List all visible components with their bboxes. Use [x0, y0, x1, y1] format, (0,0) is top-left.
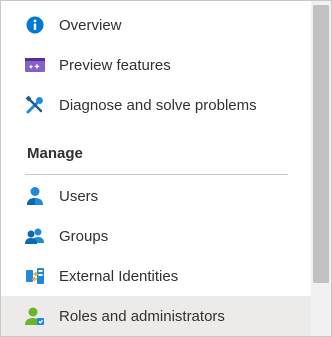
menu-item-users[interactable]: Users — [1, 176, 311, 216]
info-icon — [25, 15, 45, 35]
menu-item-label: Diagnose and solve problems — [59, 96, 257, 114]
menu-item-label: Preview features — [59, 56, 171, 74]
groups-icon — [25, 226, 45, 246]
menu-item-groups[interactable]: Groups — [1, 216, 311, 256]
menu-item-label: External Identities — [59, 267, 179, 285]
menu-item-label: Groups — [59, 227, 109, 245]
menu-item-diagnose[interactable]: Diagnose and solve problems — [1, 85, 311, 125]
menu-item-label: Users — [59, 187, 99, 205]
menu-item-roles-and-administrators[interactable]: Roles and administrators — [1, 296, 311, 336]
preview-features-icon — [25, 55, 45, 75]
external-identities-icon — [25, 266, 45, 286]
scrollbar-thumb[interactable] — [313, 5, 329, 283]
roles-admin-icon — [25, 306, 45, 326]
section-divider — [25, 174, 288, 175]
menu-item-preview-features[interactable]: Preview features — [1, 45, 311, 85]
user-icon — [25, 186, 45, 206]
menu-item-overview[interactable]: Overview — [1, 5, 311, 45]
wrench-screwdriver-icon — [25, 95, 45, 115]
menu-item-external-identities[interactable]: External Identities — [1, 256, 311, 296]
scrollbar-track[interactable] — [311, 1, 331, 336]
navigation-panel: Overview Preview features Diagnose and s… — [0, 0, 332, 337]
menu-item-label: Roles and administrators — [59, 307, 225, 325]
section-header-manage: Manage — [27, 145, 83, 162]
menu-item-label: Overview — [59, 16, 122, 34]
